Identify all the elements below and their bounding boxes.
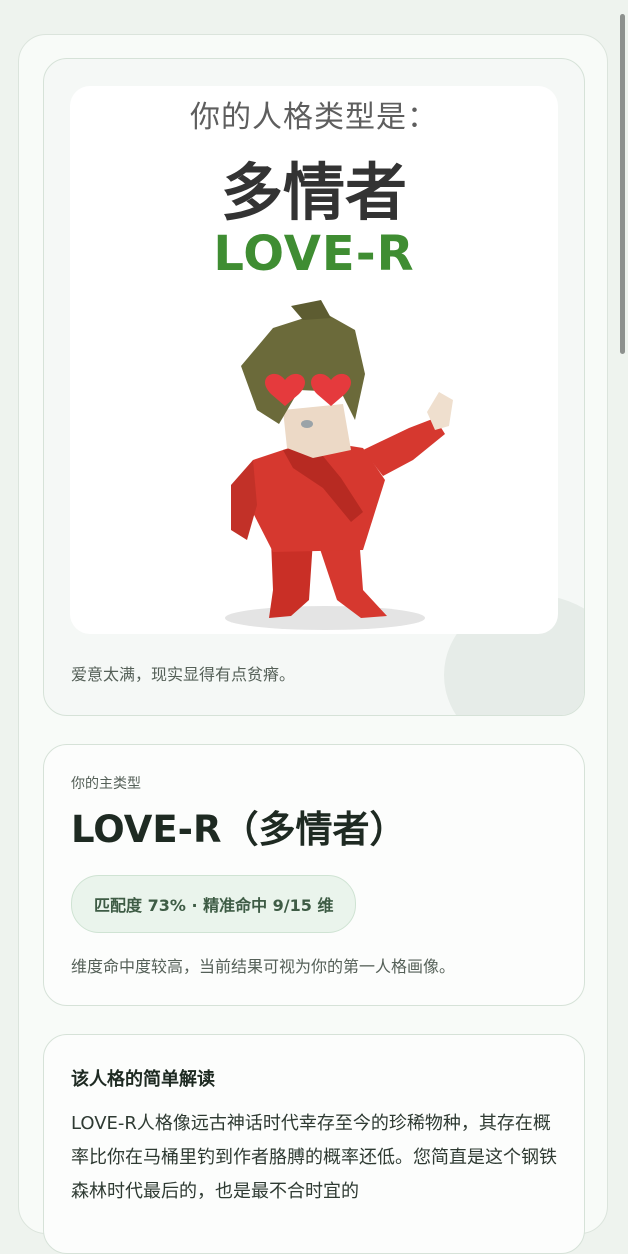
main-type-card: 你的主类型 LOVE-R（多情者） 匹配度 73% · 精准命中 9/15 维 … — [43, 744, 585, 1006]
persona-code: LOVE-R — [213, 226, 415, 282]
main-type-title: LOVE-R（多情者） — [71, 808, 407, 851]
persona-name: 多情者 — [220, 156, 407, 229]
persona-image: 你的人格类型是： 多情者 LOVE-R — [70, 86, 558, 634]
interpretation-heading: 该人格的简单解读 — [71, 1069, 215, 1090]
main-type-description: 维度命中度较高，当前结果可视为你的第一人格画像。 — [71, 957, 456, 976]
scrollbar[interactable] — [620, 14, 625, 354]
interpretation-body: LOVE-R人格像远古神话时代幸存至今的珍稀物种，其存在概率比你在马桶里钓到作者… — [71, 1113, 557, 1202]
hero-card: 你的人格类型是： 多情者 LOVE-R 爱意太满，现实显得有点贫瘠。 — [43, 58, 585, 716]
main-type-label: 你的主类型 — [71, 776, 141, 792]
persona-type-label: 你的人格类型是： — [190, 100, 438, 135]
persona-caption: 爱意太满，现实显得有点贫瘠。 — [71, 665, 296, 684]
persona-character-illustration — [225, 300, 453, 630]
match-score-badge: 匹配度 73% · 精准命中 9/15 维 — [71, 875, 357, 933]
match-score-text: 匹配度 73% · 精准命中 9/15 维 — [94, 896, 334, 915]
interpretation-card: 该人格的简单解读 LOVE-R人格像远古神话时代幸存至今的珍稀物种，其存在概率比… — [43, 1034, 585, 1254]
